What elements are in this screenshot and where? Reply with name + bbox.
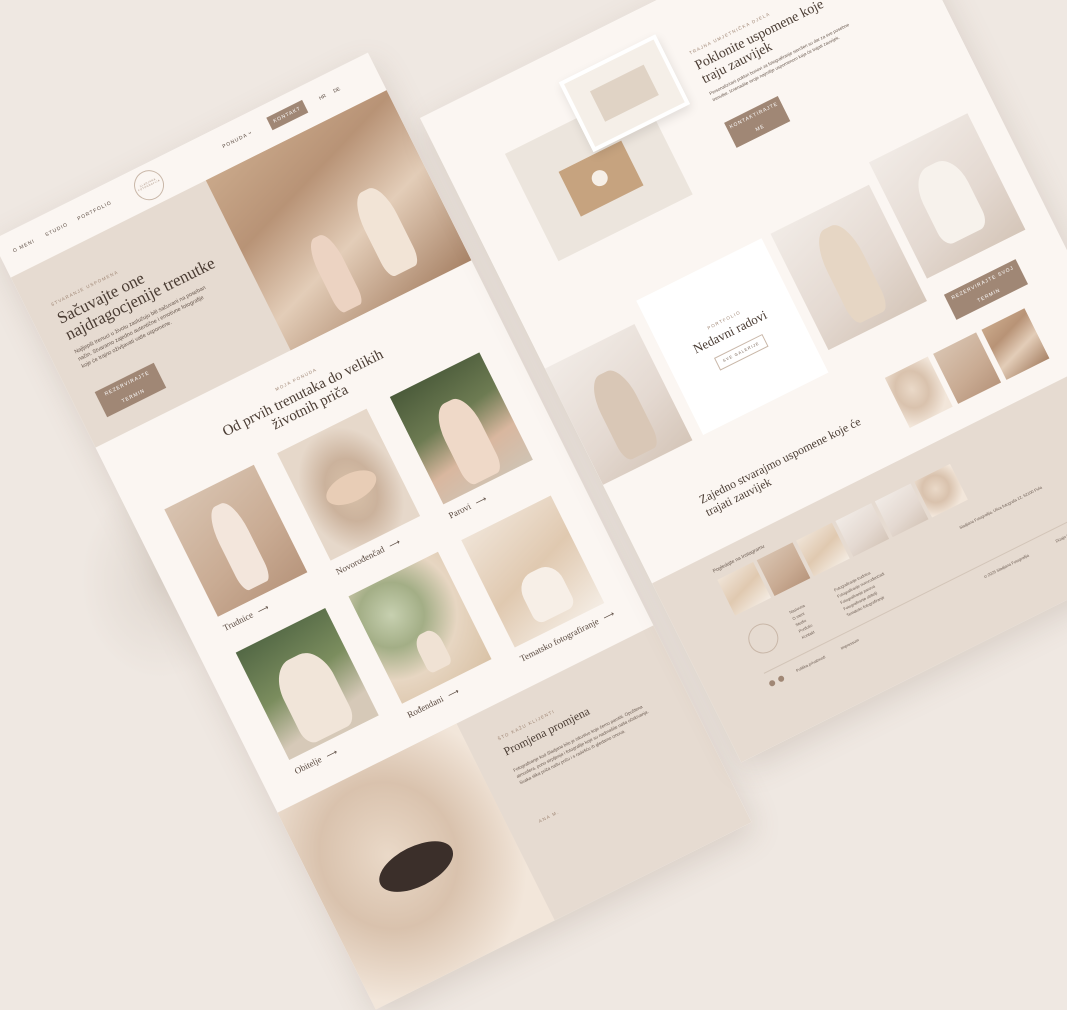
nav-item-about[interactable]: O MENI — [12, 238, 36, 254]
pregnant-white-figure — [909, 153, 990, 248]
offer-label-parovi: Parovi — [446, 501, 473, 521]
footer-copyright: © 2025 Sladjana Fotografija — [982, 552, 1030, 580]
arrow-right-icon: ⟶ — [256, 602, 271, 616]
instagram-icon[interactable] — [777, 674, 786, 683]
arrow-right-icon: ⟶ — [324, 747, 339, 761]
logo[interactable]: SLADJANA FOTOGRAFIJA — [128, 165, 170, 206]
family-figure — [268, 644, 358, 747]
arrow-right-icon: ⟶ — [601, 609, 616, 623]
hero-photo-bride-figure — [304, 230, 365, 315]
offer-photo-rodjendani[interactable] — [348, 551, 492, 704]
logo-text: SLADJANA FOTOGRAFIJA — [137, 177, 161, 193]
kids-figure — [514, 560, 577, 626]
gift-contact-button[interactable]: KONTAKTIRAJTE ME — [724, 96, 791, 148]
offer-photo-parovi[interactable] — [389, 352, 533, 505]
arrow-right-icon: ⟶ — [473, 494, 489, 508]
sleeping-baby-figure — [371, 830, 461, 903]
couple-figure — [430, 392, 505, 488]
toddler-figure — [411, 626, 454, 675]
footer-logo[interactable] — [743, 618, 784, 659]
offer-photo-novorodjencad[interactable] — [277, 408, 421, 561]
nav-item-ponuda[interactable]: PONUDA — [222, 132, 249, 150]
lang-de[interactable]: DE — [333, 86, 342, 94]
gift-card-image — [589, 64, 659, 122]
offer-label-trudnice: Trudnice — [221, 609, 255, 633]
facebook-icon[interactable] — [768, 679, 777, 688]
footer-offer: Fotografiranje trudnica Fotografiranje n… — [833, 564, 895, 619]
offer-photo-obitelje[interactable] — [235, 607, 379, 760]
lang-hr[interactable]: HR — [318, 93, 327, 102]
offer-photo-trudnice[interactable] — [164, 464, 308, 617]
baby-figure — [320, 463, 382, 513]
reserve-button[interactable]: REZERVIRAJTE TERMIN — [94, 362, 167, 418]
footer-legal-privacy[interactable]: Politika privatnosti — [795, 654, 826, 673]
arrow-right-icon: ⟶ — [387, 537, 402, 551]
testimonial-author: ANA M. — [537, 809, 561, 824]
family-standing-figure — [585, 364, 662, 463]
contact-button[interactable]: KONTAKT — [266, 99, 309, 131]
offer-label-obitelje: Obitelje — [292, 754, 324, 777]
couple-beige-figure — [809, 218, 891, 327]
nav-item-portfolio[interactable]: PORTFOLIO — [77, 200, 114, 222]
footer-legal-impressum[interactable]: Impressum — [840, 637, 860, 650]
hero-photo-couple-figure — [348, 182, 422, 279]
arrow-right-icon: ⟶ — [446, 686, 461, 700]
pregnant-figure — [203, 497, 273, 593]
footer-address: Sladjana Fotografija, Ulica fotografa 12… — [958, 484, 1043, 531]
footer-nav: Naslovna O meni Studio Portfolio Kontakt — [788, 602, 819, 641]
nav-item-studio[interactable]: STUDIO — [44, 222, 69, 238]
